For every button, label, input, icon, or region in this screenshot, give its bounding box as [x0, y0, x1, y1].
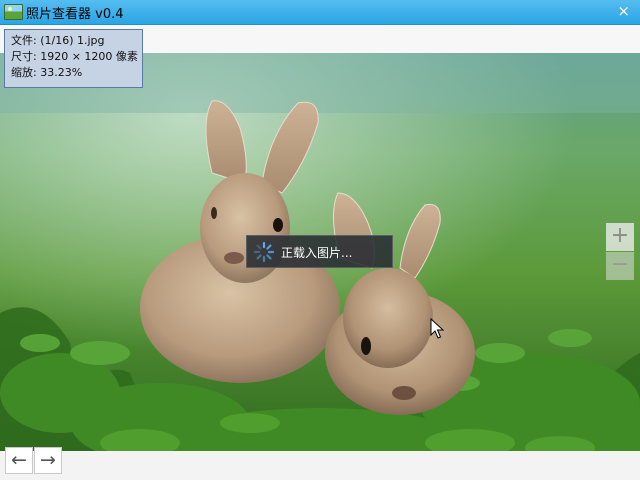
- photo-app-icon: [4, 4, 23, 20]
- image-info-panel: 文件: (1/16) 1.jpg 尺寸: 1920 × 1200 像素 缩放: …: [4, 29, 143, 88]
- mouse-pointer-icon: [430, 317, 445, 344]
- previous-image-button[interactable]: ←: [5, 447, 33, 474]
- window-title: 照片查看器 v0.4: [26, 7, 124, 22]
- loading-text: 正载入图片...: [281, 246, 353, 260]
- photo-viewer-window: 照片查看器 v0.4 × 文件: (1/16) 1.jpg 尺寸: 1920 ×…: [0, 0, 640, 480]
- title-bar[interactable]: 照片查看器 v0.4 ×: [0, 0, 640, 25]
- dimension-info: 尺寸: 1920 × 1200 像素: [11, 50, 138, 63]
- spinner-icon: [252, 240, 276, 268]
- close-button[interactable]: ×: [617, 0, 630, 22]
- next-image-button[interactable]: →: [34, 447, 62, 474]
- bottom-bar: [0, 451, 640, 480]
- loading-indicator: 正载入图片...: [246, 235, 393, 268]
- zoom-info: 缩放: 33.23%: [11, 66, 83, 79]
- zoom-in-button[interactable]: +: [606, 223, 634, 251]
- file-info: 文件: (1/16) 1.jpg: [11, 34, 105, 47]
- zoom-out-button[interactable]: −: [606, 252, 634, 280]
